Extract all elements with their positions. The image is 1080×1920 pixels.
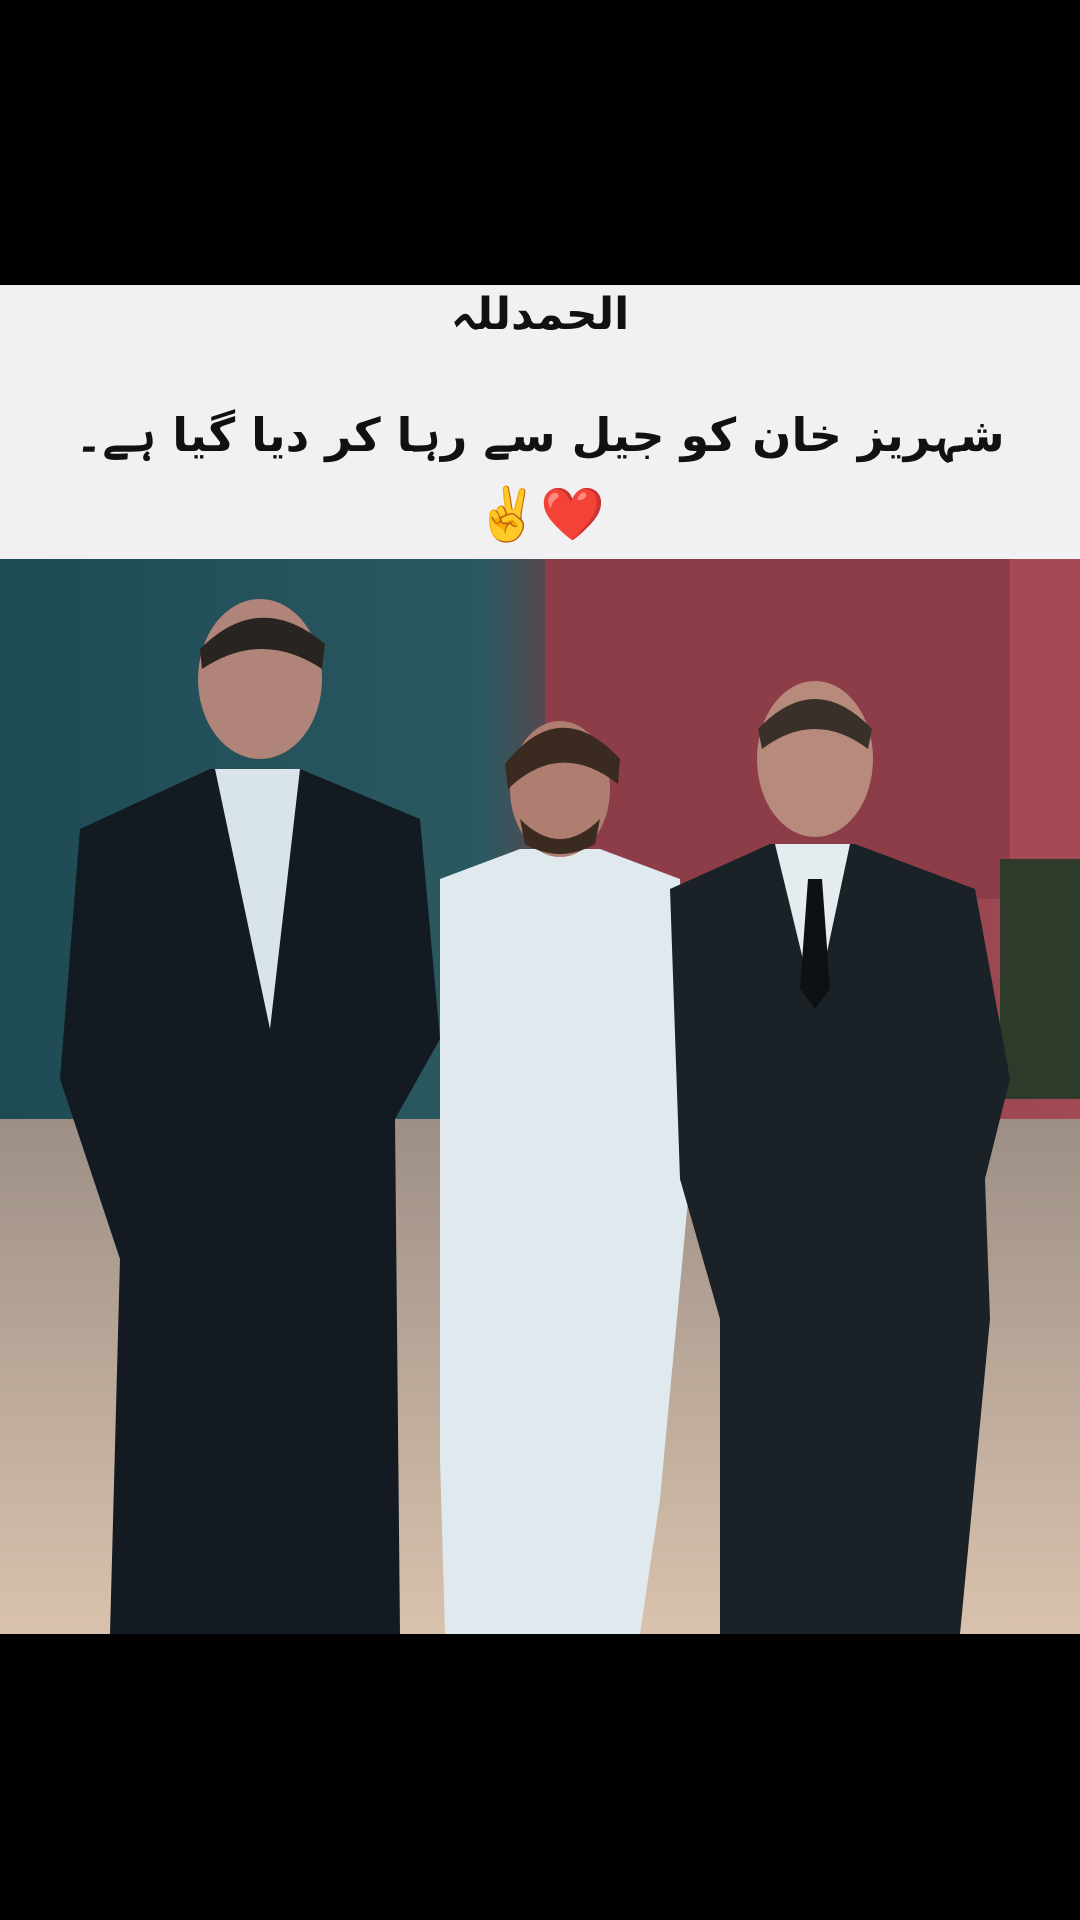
caption-panel: الحمدللہ شہریز خان کو جیل سے رہا کر دیا … <box>0 285 1080 559</box>
caption-text: شہریز خان کو جیل سے رہا کر دیا گیا ہے۔ <box>75 408 1005 462</box>
caption-emoji: ✌️❤️ <box>475 485 605 545</box>
caption-heading: الحمدللہ <box>450 289 630 340</box>
photo-illustration <box>0 559 1080 1634</box>
story-frame: الحمدللہ شہریز خان کو جیل سے رہا کر دیا … <box>0 0 1080 1920</box>
group-photo <box>0 559 1080 1634</box>
top-letterbox <box>0 0 1080 285</box>
bottom-letterbox <box>0 1634 1080 1920</box>
